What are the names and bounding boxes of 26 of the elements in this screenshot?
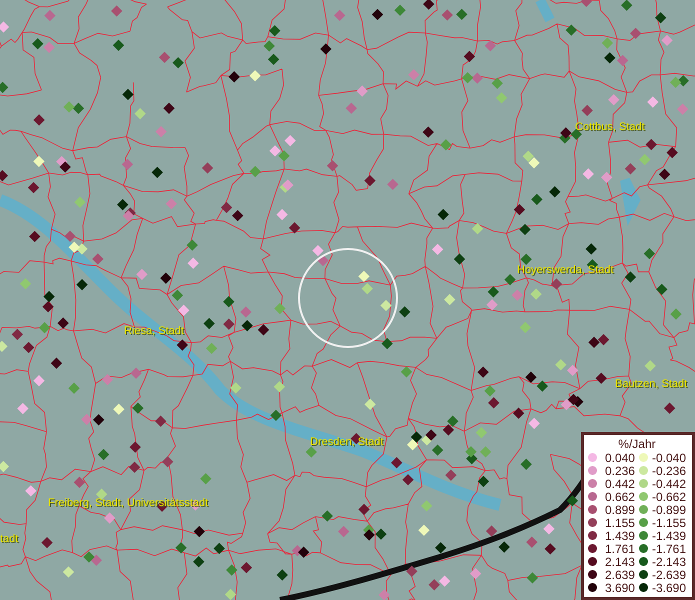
legend-value: -3.690	[652, 580, 686, 594]
legend-value: -1.155	[652, 516, 686, 530]
legend-value: 1.761	[604, 542, 635, 556]
legend-value: 0.662	[604, 490, 635, 504]
legend-value: -0.442	[652, 476, 686, 490]
legend-value: 0.236	[604, 464, 635, 478]
legend-value: -2.639	[652, 568, 686, 582]
legend-title: %/Jahr	[618, 437, 656, 451]
place-label: Riesa, Stadt	[124, 325, 184, 337]
legend-value: 1.439	[604, 528, 635, 542]
legend-value: 0.899	[604, 502, 635, 516]
legend-value: 0.442	[604, 476, 635, 490]
legend-value: -0.040	[652, 450, 686, 464]
legend-value: 1.155	[604, 516, 635, 530]
legend-value: 2.639	[604, 568, 635, 582]
legend-value: -1.439	[652, 528, 686, 542]
place-label: tadt	[0, 533, 18, 545]
legend-value: -2.143	[652, 554, 686, 568]
legend-value: 2.143	[604, 554, 635, 568]
legend-value: 0.040	[604, 450, 635, 464]
legend-value: -0.662	[652, 490, 686, 504]
legend-value: -0.236	[652, 464, 686, 478]
legend-value: 3.690	[604, 580, 635, 594]
legend-value: -0.899	[652, 502, 686, 516]
place-label: Dresden, Stadt	[310, 436, 384, 448]
legend-value: -1.761	[652, 542, 686, 556]
